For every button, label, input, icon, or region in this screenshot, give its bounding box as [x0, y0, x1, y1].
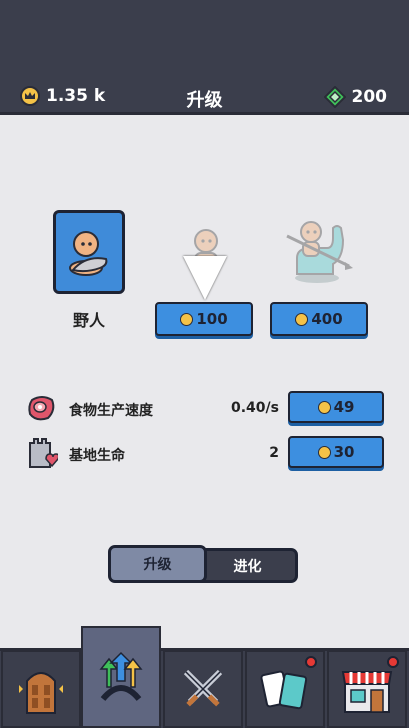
food-rate-value: 0.40/s [231, 400, 279, 416]
locked-dino-rider-icon [286, 221, 353, 283]
current-unit-card[interactable] [53, 210, 125, 294]
door-icon [19, 672, 63, 714]
buy-unit-button-2[interactable]: 400 [270, 302, 368, 336]
upgrade-food-price: 49 [333, 398, 355, 416]
nav-tab-shop[interactable] [327, 650, 407, 728]
notification-badge [305, 656, 317, 668]
gem-amount: 200 [351, 87, 388, 107]
base-health-value: 2 [269, 445, 279, 461]
nav-tab-cards[interactable] [245, 650, 325, 728]
food-rate-label: 食物生产速度 [69, 403, 153, 419]
nav-tab-battle[interactable] [163, 650, 243, 728]
crossed-swords-icon [183, 669, 223, 707]
nav-tab-base[interactable] [1, 650, 81, 728]
buy-unit-price-1: 100 [196, 310, 228, 328]
buy-unit-button-1[interactable]: 100 [155, 302, 253, 336]
coin-icon [317, 400, 331, 414]
notification-badge [387, 656, 399, 668]
tab-upgrade[interactable]: 升级 [108, 545, 207, 583]
upgrade-food-button[interactable]: 49 [288, 391, 384, 423]
base-health-label: 基地生命 [69, 448, 125, 464]
gem-display: 200 [323, 86, 388, 108]
caveman-icon [69, 231, 108, 276]
upgrade-arrows-icon [99, 651, 143, 702]
buy-unit-price-2: 400 [311, 310, 343, 328]
castle-heart-icon [29, 438, 58, 468]
gem-icon [323, 86, 346, 108]
coin-icon [317, 445, 331, 459]
nav-tab-upgrade[interactable] [81, 626, 161, 728]
cards-icon [260, 670, 308, 710]
tutorial-pointer-icon [183, 256, 227, 300]
upgrade-health-price: 30 [333, 443, 355, 461]
tab-evolve[interactable]: 进化 [200, 548, 298, 583]
unit-name: 野人 [72, 311, 105, 330]
coin-icon [295, 312, 309, 326]
shop-icon [341, 671, 393, 713]
coin-icon [180, 312, 194, 326]
meat-icon [28, 396, 55, 421]
upgrade-health-button[interactable]: 30 [288, 436, 384, 468]
